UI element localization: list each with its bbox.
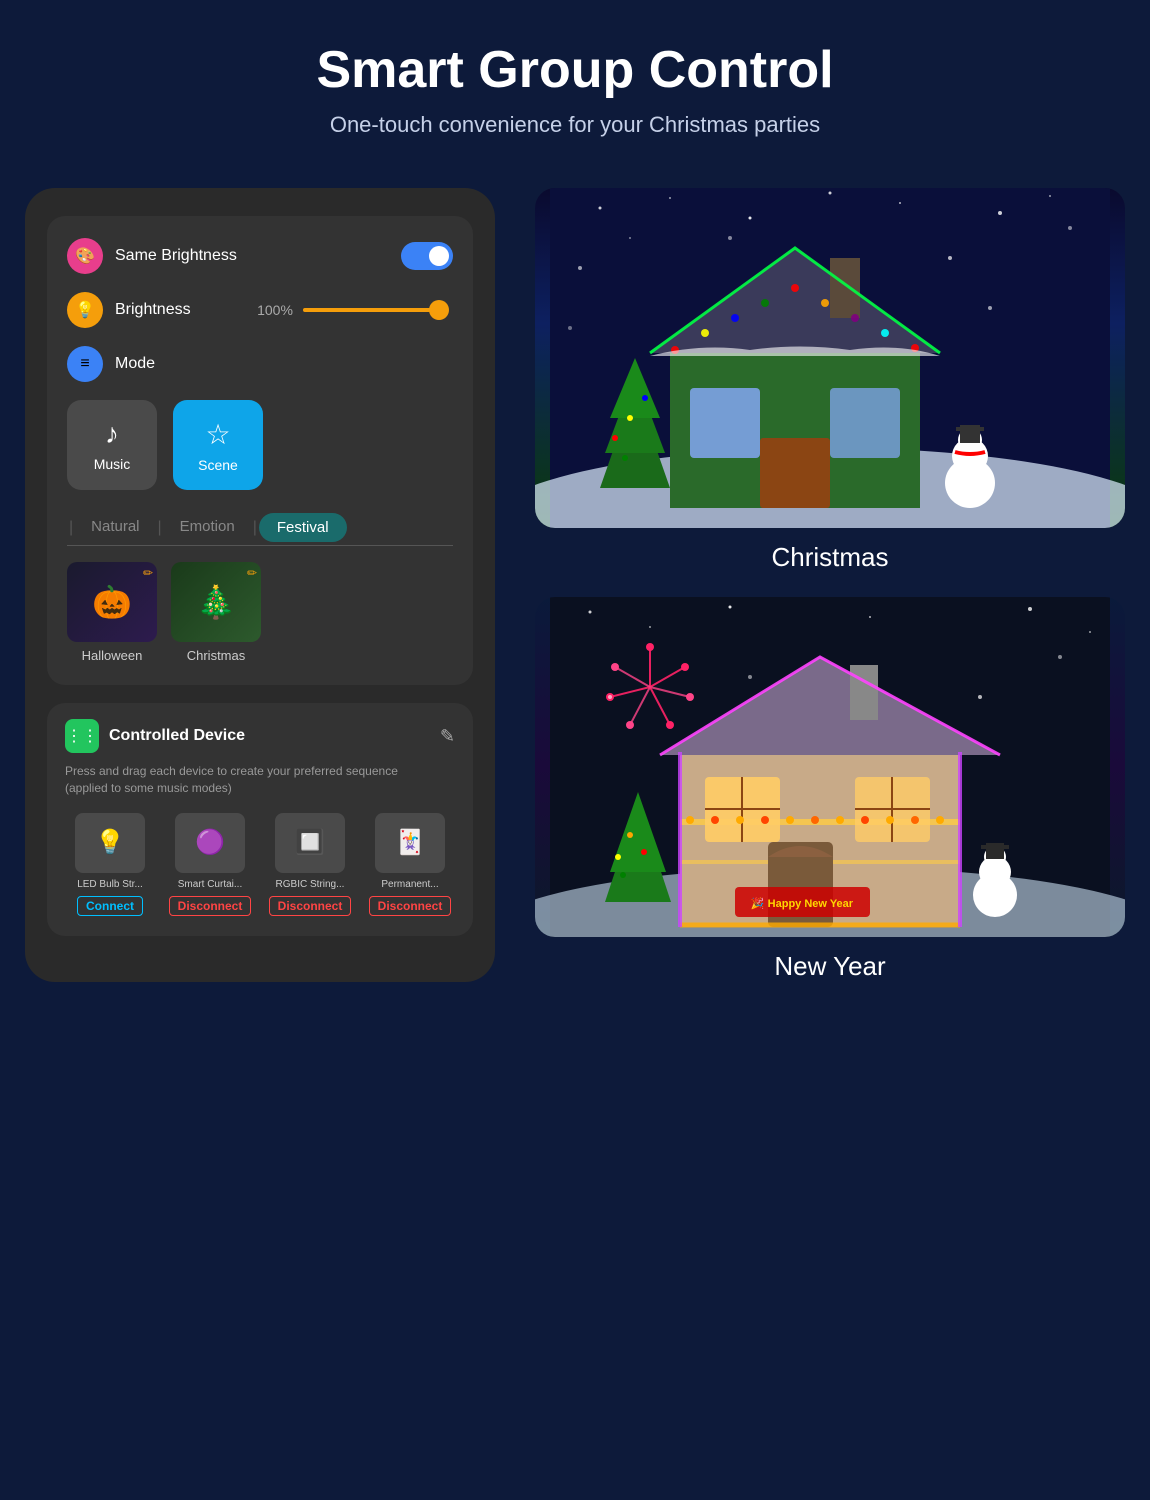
device-permanent: 🃏 Permanent... Disconnect — [365, 813, 455, 916]
permanent-status[interactable]: Disconnect — [369, 896, 452, 916]
christmas-edit-badge: ✏ — [247, 566, 257, 580]
permanent-thumb: 🃏 — [375, 813, 445, 873]
slider-thumb — [429, 300, 449, 320]
control-panel: 🎨 Same Brightness 💡 Brightness 100% ≡ Mo… — [47, 216, 473, 685]
halloween-label: Halloween — [82, 648, 143, 663]
newyear-svg: 🎉 Happy New Year — [535, 597, 1125, 937]
smart-curtain-name: Smart Curtai... — [178, 879, 242, 890]
device-led-bulb: 💡 LED Bulb Str... Connect — [65, 813, 155, 916]
christmas-scene-image — [535, 188, 1125, 528]
permanent-name: Permanent... — [381, 879, 438, 890]
scene-label: Scene — [198, 457, 238, 473]
halloween-edit-badge: ✏ — [143, 566, 153, 580]
cd-icon: ⋮⋮ — [65, 719, 99, 753]
tab-natural[interactable]: Natural — [75, 510, 155, 545]
rgbic-string-name: RGBIC String... — [276, 879, 345, 890]
bulb-icon: 💡 — [67, 292, 103, 328]
device-rgbic-string: 🔲 RGBIC String... Disconnect — [265, 813, 355, 916]
christmas-card: Christmas — [535, 188, 1125, 573]
main-layout: 🎨 Same Brightness 💡 Brightness 100% ≡ Mo… — [25, 188, 1125, 982]
brightness-row: 💡 Brightness 100% — [67, 292, 453, 328]
scene-icon: ☆ — [205, 418, 230, 451]
scene-mode-button[interactable]: ☆ Scene — [173, 400, 263, 490]
newyear-card: 🎉 Happy New Year New Year — [535, 597, 1125, 982]
led-bulb-name: LED Bulb Str... — [77, 879, 143, 890]
smart-curtain-thumb: 🟣 — [175, 813, 245, 873]
cd-edit-button[interactable]: ✎ — [440, 726, 455, 747]
halloween-thumb: 🎃 ✏ — [67, 562, 157, 642]
same-brightness-label: Same Brightness — [115, 247, 401, 265]
festival-items: 🎃 ✏ Halloween 🎄 ✏ Christmas — [67, 562, 453, 663]
newyear-scene-image: 🎉 Happy New Year — [535, 597, 1125, 937]
christmas-item[interactable]: 🎄 ✏ Christmas — [171, 562, 261, 663]
tab-bar: | Natural | Emotion | Festival — [67, 510, 453, 546]
rgbic-string-thumb: 🔲 — [275, 813, 345, 873]
brightness-value: 100% — [257, 302, 293, 318]
christmas-scene-label: Christmas — [771, 542, 888, 573]
cd-header: ⋮⋮ Controlled Device ✎ — [65, 719, 455, 753]
music-icon: ♪ — [105, 418, 119, 450]
brightness-icon: 🎨 — [67, 238, 103, 274]
same-brightness-toggle[interactable] — [401, 242, 453, 270]
mode-row: ≡ Mode — [67, 346, 453, 382]
right-images: Christmas — [535, 188, 1125, 982]
same-brightness-row: 🎨 Same Brightness — [67, 238, 453, 274]
brightness-label: Brightness — [115, 301, 257, 319]
mode-buttons: ♪ Music ☆ Scene — [67, 400, 453, 490]
smart-curtain-status[interactable]: Disconnect — [169, 896, 252, 916]
tab-festival[interactable]: Festival — [259, 513, 347, 542]
led-bulb-thumb: 💡 — [75, 813, 145, 873]
mode-label: Mode — [115, 355, 453, 373]
christmas-label: Christmas — [187, 648, 246, 663]
newyear-scene-label: New Year — [774, 951, 885, 982]
led-bulb-status[interactable]: Connect — [77, 896, 143, 916]
tab-emotion[interactable]: Emotion — [164, 510, 251, 545]
christmas-svg — [535, 188, 1125, 528]
phone-mockup: 🎨 Same Brightness 💡 Brightness 100% ≡ Mo… — [25, 188, 495, 982]
rgbic-string-status[interactable]: Disconnect — [269, 896, 352, 916]
music-label: Music — [94, 456, 131, 472]
cd-subtitle: Press and drag each device to create you… — [65, 763, 455, 797]
brightness-slider[interactable] — [303, 308, 445, 312]
page-title: Smart Group Control — [316, 40, 833, 100]
mode-icon: ≡ — [67, 346, 103, 382]
svg-text:🎉 Happy New Year: 🎉 Happy New Year — [751, 897, 854, 910]
music-mode-button[interactable]: ♪ Music — [67, 400, 157, 490]
device-smart-curtain: 🟣 Smart Curtai... Disconnect — [165, 813, 255, 916]
device-grid: 💡 LED Bulb Str... Connect 🟣 Smart Curtai… — [65, 813, 455, 916]
controlled-device-panel: ⋮⋮ Controlled Device ✎ Press and drag ea… — [47, 703, 473, 936]
halloween-item[interactable]: 🎃 ✏ Halloween — [67, 562, 157, 663]
christmas-thumb: 🎄 ✏ — [171, 562, 261, 642]
page-subtitle: One-touch convenience for your Christmas… — [330, 112, 820, 138]
cd-title: Controlled Device — [109, 727, 440, 745]
